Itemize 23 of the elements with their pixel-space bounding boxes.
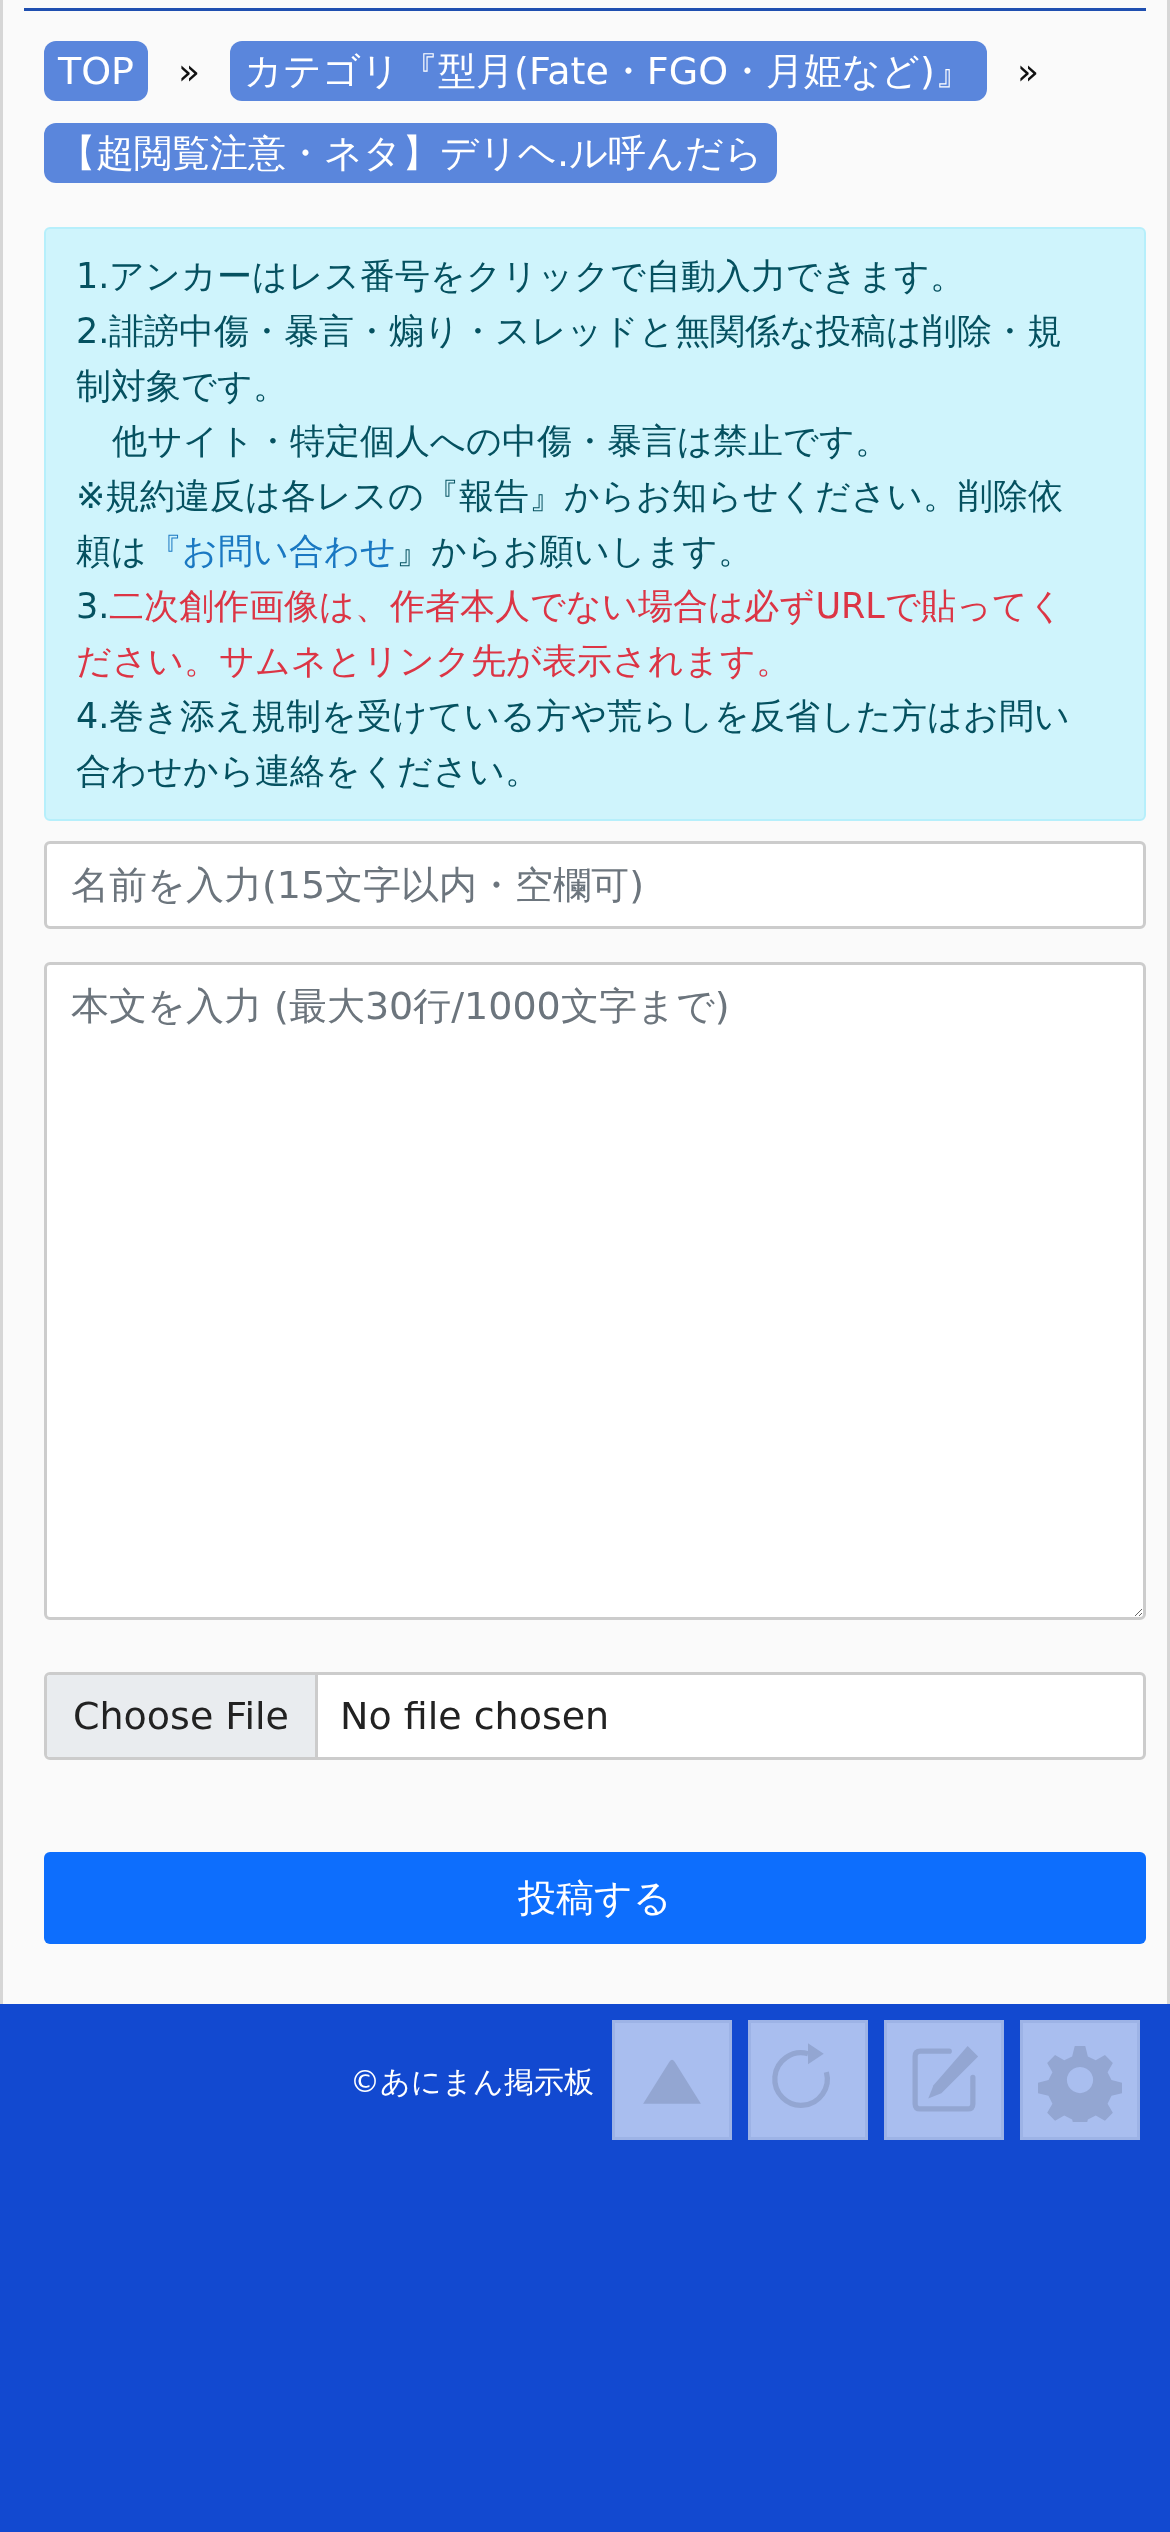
file-input[interactable]: Choose File No file chosen: [44, 1672, 1146, 1760]
breadcrumb-separator: »: [178, 50, 201, 92]
breadcrumb-link[interactable]: カテゴリ『型月(Fate・FGO・月姫など)』: [230, 41, 987, 101]
copyright-text: ©あにまん掲示板: [350, 2063, 594, 2101]
contact-link[interactable]: 『お問い合わせ: [147, 531, 396, 571]
breadcrumb-separator: »: [1016, 50, 1039, 92]
top-button[interactable]: [612, 2020, 732, 2140]
reload-button[interactable]: [748, 2020, 868, 2140]
name-field[interactable]: 名前を入力(15文字以内・空欄可): [44, 841, 1146, 929]
breadcrumb-link[interactable]: 【超閲覧注意・ネタ】デリヘ.ル呼んだら: [44, 123, 778, 183]
choose-file-button[interactable]: Choose File: [47, 1675, 318, 1757]
notice-text: 2.誹謗中傷・暴言・煽り・スレッドと無関係な投稿は削除・規制対象です。: [76, 310, 1064, 408]
submit-button[interactable]: 投稿する: [44, 1852, 1146, 1944]
notice-text: 他サイト・特定個人への中傷・暴言は禁止です。: [111, 420, 891, 463]
settings-button[interactable]: [1020, 2020, 1140, 2140]
write-button[interactable]: [884, 2020, 1004, 2140]
notice-text: 1.アンカーはレス番号をクリックで自動入力できます。: [76, 255, 967, 298]
notice-text: ※規約違反は各レスの『報告』からお知らせください。削除依頼は『お問い合わせ』からお願いします。: [76, 475, 1065, 573]
notice-text: 3.二次創作画像は、作者本人でない場合は必ずURLで貼ってください。サムネとリンク先が表示されます。: [76, 585, 1065, 683]
notice-text: 4.巻き添え規制を受けている方や荒らしを反省した方はお問い合わせから連絡をください。: [76, 695, 1072, 793]
file-status: No file chosen: [338, 1694, 610, 1738]
body-field[interactable]: 本文を入力 (最大30行/1000文字まで): [44, 962, 1146, 1620]
breadcrumb-link[interactable]: TOP: [44, 41, 149, 101]
